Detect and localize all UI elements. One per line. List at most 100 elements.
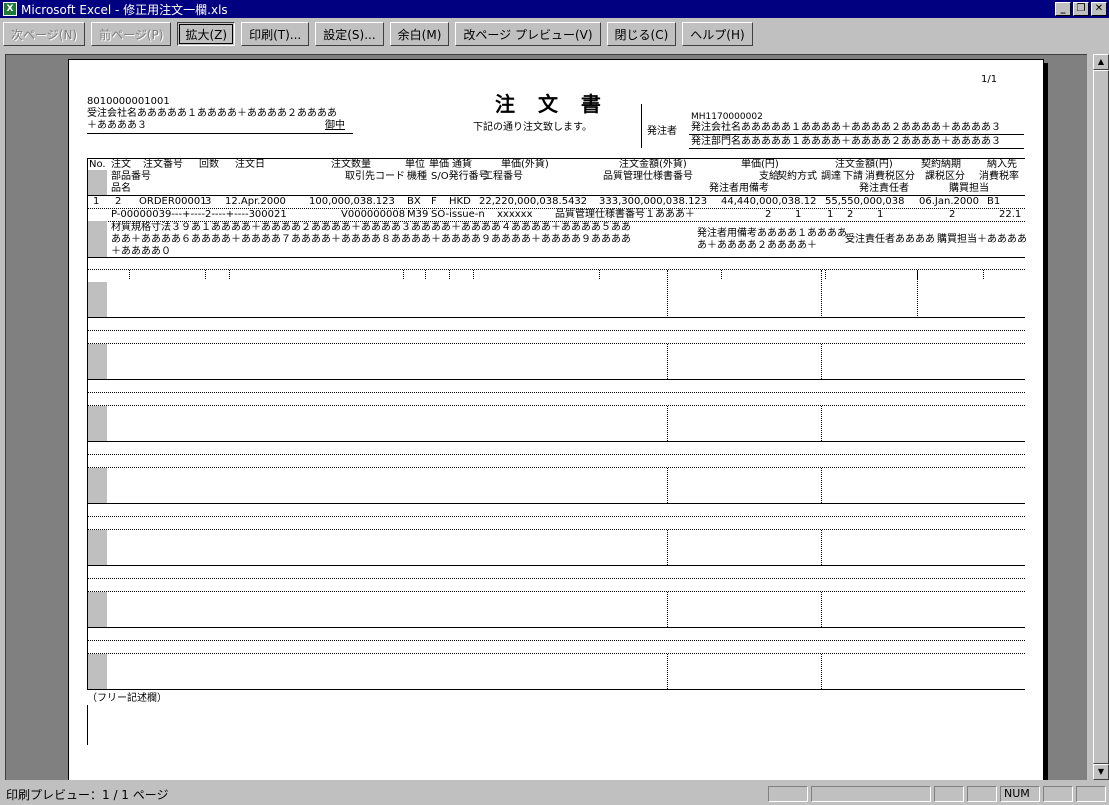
item-responsible: 受注責任者ああああ (845, 234, 935, 245)
empty-row-line (87, 467, 1025, 468)
preview-toolbar: 次ページ(N) 前ページ(P) 拡大(Z) 印刷(T)... 設定(S)... … (0, 18, 1109, 50)
empty-row-border (87, 379, 1025, 380)
item-unit: BX (407, 196, 421, 207)
margins-button[interactable]: 余白(M) (389, 22, 450, 46)
header-gray-cell (87, 170, 107, 195)
item-order-type: 2 (115, 196, 122, 207)
free-text-border (87, 705, 88, 745)
empty-gray-cell (87, 530, 107, 565)
status-bar: 印刷プレビュー：1 / 1 ページ NUM (0, 783, 1109, 805)
customer-name-line1: 受注会社名あああああ１ああああ＋ああああ２ああああ (87, 108, 337, 119)
grid-divider (821, 344, 822, 379)
header-buyer: 購買担当 (949, 183, 989, 194)
item-taxable: 2 (949, 209, 956, 220)
item-name-gray-cell (87, 221, 107, 257)
header-unit-price-jpy: 単価(円) (741, 159, 779, 170)
page-break-preview-button[interactable]: 改ページ プレビュー(V) (455, 22, 601, 46)
item-tax-cat: 1 (877, 209, 884, 220)
num-lock-indicator: NUM (1000, 786, 1040, 802)
empty-row-line (87, 392, 1025, 393)
header-supply: 支給 (759, 171, 779, 182)
header-supplier-code: 取引先コード (345, 171, 405, 182)
status-panel (768, 786, 808, 802)
item-destination: B1 (987, 196, 1001, 207)
item-so-no: SO-issue-n (431, 209, 485, 220)
item-name-line2: ああ＋ああああ６ああああ＋ああああ７ああああ＋ああああ８ああああ＋ああああ９ああ… (111, 234, 631, 245)
next-page-button[interactable]: 次ページ(N) (3, 22, 86, 46)
prev-page-button[interactable]: 前ページ(P) (91, 22, 172, 46)
grid-divider (667, 530, 668, 565)
grid-tick (425, 270, 426, 279)
orderer-divider (641, 104, 642, 148)
empty-row-line (87, 330, 1025, 331)
status-panel (1076, 786, 1106, 802)
vertical-scrollbar[interactable]: ▲ ▼ (1093, 54, 1109, 780)
orderer-company-underline (689, 134, 1024, 135)
item-quality-spec: 品質管理仕様書番号１あああ＋ (555, 209, 695, 220)
empty-row-border (87, 565, 1025, 566)
empty-row-border (87, 627, 1025, 628)
item-supplier-code: V000000008 (341, 209, 406, 220)
item-no: 1 (93, 196, 100, 207)
status-panel (811, 786, 931, 802)
item-procure: 1 (827, 209, 834, 220)
close-preview-button[interactable]: 閉じる(C) (606, 22, 677, 46)
restore-button[interactable]: ❐ (1073, 2, 1089, 16)
zoom-button[interactable]: 拡大(Z) (177, 22, 236, 46)
empty-gray-cell (87, 406, 107, 441)
honorific: 御中 (325, 120, 345, 131)
item-order-date: 12.Apr.2000 (225, 196, 286, 207)
empty-gray-cell (87, 592, 107, 627)
close-button[interactable]: ✕ (1091, 2, 1107, 16)
page-number: 1/1 (981, 74, 998, 85)
item-price-unit: F (431, 196, 437, 207)
print-button[interactable]: 印刷(T)... (241, 22, 310, 46)
grid-divider (667, 406, 668, 441)
help-button[interactable]: ヘルプ(H) (682, 22, 753, 46)
header-no: No. (89, 159, 106, 170)
header-unit: 単位 (405, 159, 425, 170)
print-preview-area[interactable]: 1/1 8010000001001 受注会社名あああああ１ああああ＋ああああ２あ… (5, 54, 1087, 780)
grid-divider (821, 270, 822, 318)
header-taxable: 課税区分 (925, 171, 965, 182)
grid-tick (983, 270, 984, 279)
excel-app-icon[interactable]: X (3, 2, 17, 16)
empty-row-border (87, 503, 1025, 504)
scroll-thumb[interactable] (1093, 70, 1109, 764)
orderer-company: 発注会社名あああああ１ああああ＋ああああ２ああああ＋ああああ３ (691, 122, 1001, 133)
item-amount-jpy: 55,550,000,038 (825, 196, 905, 207)
grid-divider (821, 592, 822, 627)
orderer-dept-underline (689, 148, 1024, 149)
setup-button[interactable]: 設定(S)... (315, 22, 384, 46)
status-panel (967, 786, 997, 802)
empty-row-line (87, 578, 1025, 579)
grid-divider (821, 468, 822, 503)
grid-divider (667, 592, 668, 627)
item-unit-price-jpy: 44,440,000,038.12 (721, 196, 817, 207)
header-order-no: 注文番号 (143, 159, 183, 170)
header-unit-price-fx: 単価(外貨) (501, 159, 549, 170)
empty-row-border (87, 317, 1025, 318)
item-buyer: 購買担当＋ああああ (937, 234, 1027, 245)
header-times: 回数 (199, 159, 219, 170)
header-item-name: 品名 (111, 183, 131, 194)
header-subcontract: 下請 (843, 171, 863, 182)
empty-row-line (87, 269, 1025, 270)
orderer-dept: 発注部門名あああああ１ああああ＋ああああ２ああああ＋ああああ３ (691, 136, 1001, 147)
item-subcontract: 2 (847, 209, 854, 220)
orderer-label: 発注者 (647, 126, 677, 137)
item-part-no: P-00000039---+----2----+----300021 (111, 209, 287, 220)
item-delivery: 06.Jan.2000 (919, 196, 979, 207)
item-remark-line2: あ＋ああああ２ああああ＋ (697, 240, 817, 251)
free-text-label: （フリー記述欄） (87, 693, 167, 704)
minimize-button[interactable]: _ (1055, 2, 1071, 16)
grid-tick (599, 270, 600, 279)
scroll-up-icon[interactable]: ▲ (1093, 54, 1109, 70)
header-so-no: S/O発行番号 (431, 171, 489, 182)
item-amount-fx: 333,300,000,038.123 (599, 196, 708, 207)
empty-row-border (87, 441, 1025, 442)
item-order-no: ORDER00001 (139, 196, 207, 207)
scroll-down-icon[interactable]: ▼ (1093, 764, 1109, 780)
customer-underline (87, 133, 353, 134)
document-subtitle: 下記の通り注文致します。 (473, 122, 592, 133)
